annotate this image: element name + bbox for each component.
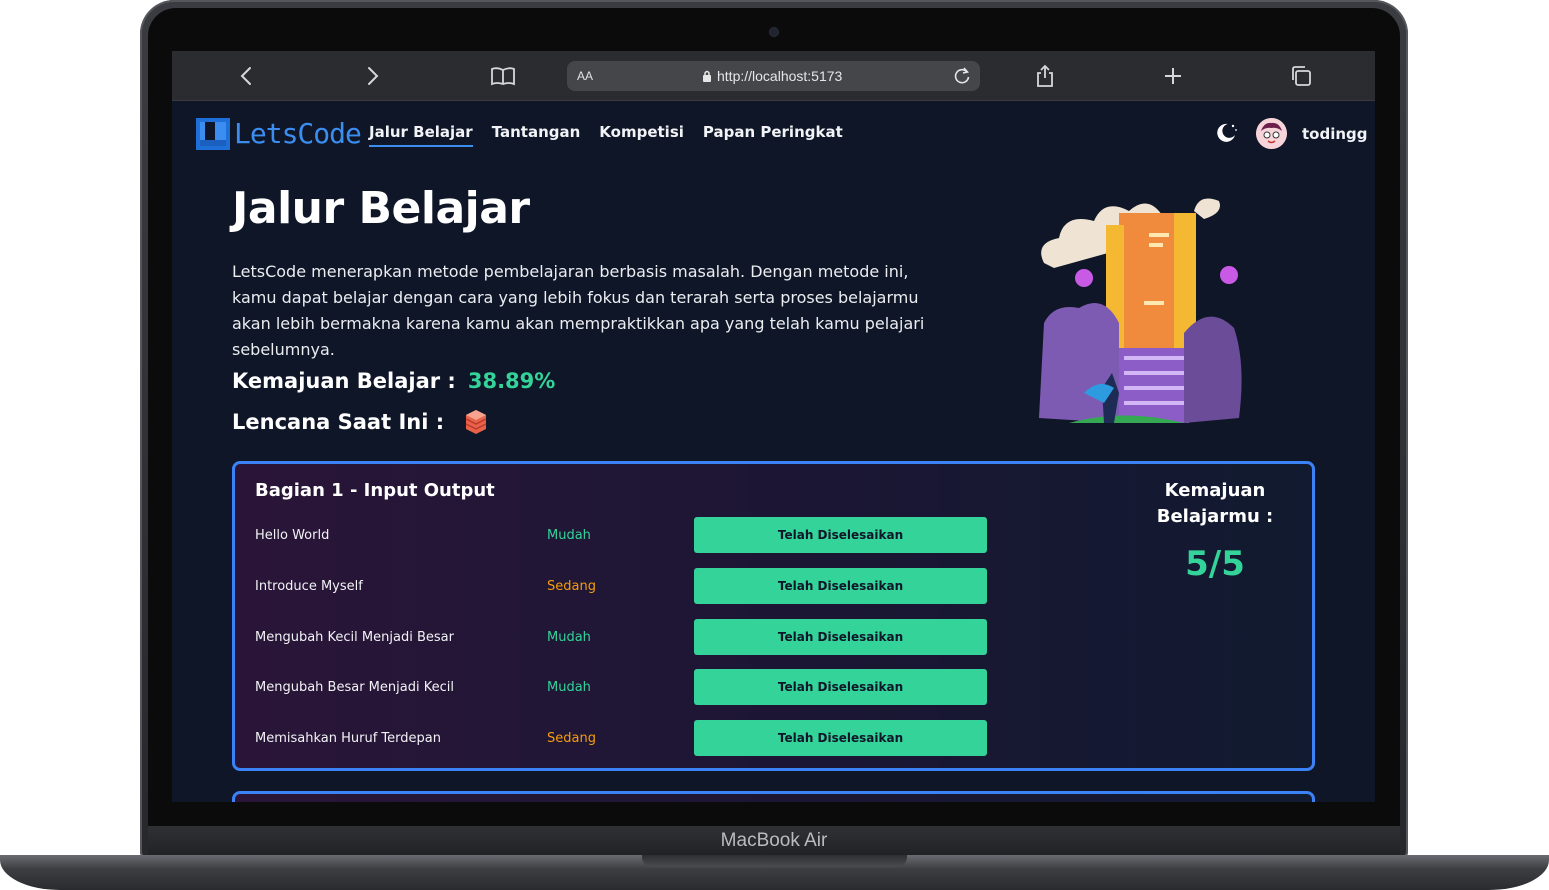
lesson-row: Mengubah Kecil Menjadi Besar Mudah Telah… <box>255 619 995 655</box>
section-progress: Kemajuan Belajarmu : 5/5 <box>1135 478 1295 584</box>
lesson-level: Mudah <box>547 630 591 645</box>
nav-link-kompetisi[interactable]: Kompetisi <box>599 123 684 147</box>
intro-text: LetsCode menerapkan metode pembelajaran … <box>232 262 925 359</box>
lesson-row: Hello World Mudah Telah Diselesaikan <box>255 517 995 553</box>
nav-link-tantangan[interactable]: Tantangan <box>492 123 581 147</box>
lesson-name: Memisahkan Huruf Terdepan <box>255 731 441 746</box>
logo-text: LetsCode <box>234 117 362 150</box>
lesson-name: Mengubah Kecil Menjadi Besar <box>255 630 454 645</box>
device-label: MacBook Air <box>720 830 828 851</box>
logo-mark-icon <box>196 117 230 150</box>
reload-icon[interactable] <box>952 66 972 86</box>
nav-link-jalur-belajar[interactable]: Jalur Belajar <box>369 123 473 147</box>
nav-link-papan-peringkat[interactable]: Papan Peringkat <box>703 123 843 147</box>
lesson-name: Mengubah Besar Menjadi Kecil <box>255 680 454 695</box>
chevron-right-icon[interactable] <box>359 62 387 90</box>
lesson-status-button[interactable]: Telah Diselesaikan <box>694 568 987 604</box>
section-card: Bagian 1 - Input Output Hello World Muda… <box>232 461 1315 771</box>
text-size-button[interactable]: AA <box>577 69 593 83</box>
app-navbar: LetsCode Jalur Belajar Tantangan Kompeti… <box>172 101 1375 165</box>
lesson-name: Introduce Myself <box>255 579 363 594</box>
progress-value: 38.89% <box>467 369 556 393</box>
lesson-status-button[interactable]: Telah Diselesaikan <box>694 669 987 705</box>
moon-icon[interactable] <box>1214 121 1238 145</box>
username[interactable]: todingg <box>1302 125 1368 143</box>
url-bar[interactable]: AA http://localhost:5173 <box>567 61 980 91</box>
laptop-chin: MacBook Air <box>148 826 1400 856</box>
lesson-level: Sedang <box>547 731 596 746</box>
browser-toolbar: AA http://localhost:5173 <box>172 51 1375 101</box>
lesson-level: Mudah <box>547 680 591 695</box>
progress-label: Kemajuan Belajar : <box>232 369 456 393</box>
chevron-left-icon[interactable] <box>232 62 260 90</box>
section-title: Bagian 1 - Input Output <box>255 480 495 501</box>
section-progress-label: Kemajuan Belajarmu : <box>1156 480 1274 527</box>
lesson-row: Memisahkan Huruf Terdepan Sedang Telah D… <box>255 720 995 756</box>
share-icon[interactable] <box>1031 62 1059 90</box>
lesson-name: Hello World <box>255 528 330 543</box>
url-display: http://localhost:5173 <box>702 68 842 84</box>
lesson-status-button[interactable]: Telah Diselesaikan <box>694 619 987 655</box>
lock-icon <box>703 70 711 82</box>
avatar[interactable] <box>1256 118 1287 149</box>
nav-links: Jalur Belajar Tantangan Kompetisi Papan … <box>369 123 843 147</box>
laptop-notch <box>642 855 907 867</box>
lesson-row: Mengubah Besar Menjadi Kecil Mudah Telah… <box>255 669 995 705</box>
current-badge: Lencana Saat Ini : <box>232 409 488 435</box>
lesson-status-button[interactable]: Telah Diselesaikan <box>694 517 987 553</box>
lesson-status-button[interactable]: Telah Diselesaikan <box>694 720 987 756</box>
book-icon[interactable] <box>489 62 517 90</box>
learning-progress: Kemajuan Belajar : 38.89% <box>232 369 555 393</box>
section-card-next <box>232 791 1315 802</box>
badge-label: Lencana Saat Ini : <box>232 410 445 434</box>
logo[interactable]: LetsCode <box>196 117 362 150</box>
lesson-level: Sedang <box>547 579 596 594</box>
lesson-row: Introduce Myself Sedang Telah Diselesaik… <box>255 568 995 604</box>
tabs-icon[interactable] <box>1287 62 1315 90</box>
page-title: Jalur Belajar <box>232 183 530 234</box>
badge-icon <box>465 410 487 434</box>
url-text: http://localhost:5173 <box>717 68 843 84</box>
hero-illustration <box>1039 198 1242 423</box>
plus-icon[interactable] <box>1159 62 1187 90</box>
screen: AA http://localhost:5173 LetsCode Jalur … <box>172 51 1375 802</box>
camera <box>770 28 778 36</box>
section-progress-value: 5/5 <box>1185 544 1245 584</box>
lesson-level: Mudah <box>547 528 591 543</box>
